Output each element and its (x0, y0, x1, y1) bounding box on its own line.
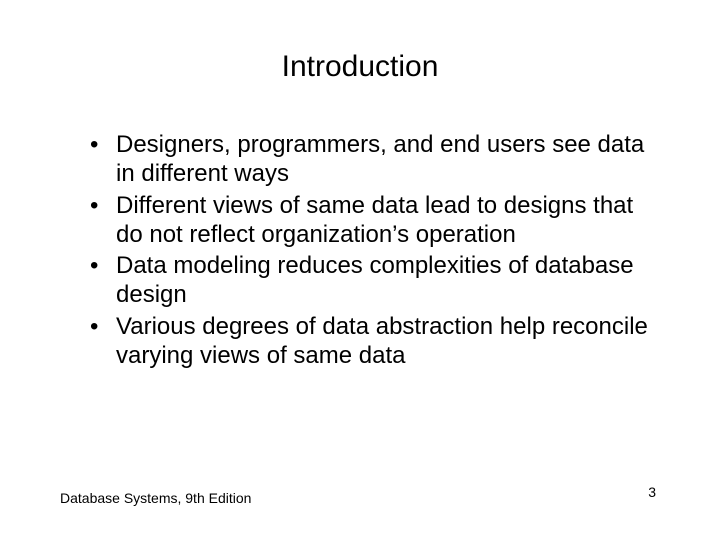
list-item: Designers, programmers, and end users se… (90, 130, 660, 189)
footer-source: Database Systems, 9th Edition (60, 490, 251, 506)
page-number: 3 (648, 484, 656, 500)
slide-title: Introduction (60, 50, 660, 84)
list-item: Different views of same data lead to des… (90, 191, 660, 250)
list-item: Data modeling reduces complexities of da… (90, 251, 660, 310)
slide: Introduction Designers, programmers, and… (0, 0, 720, 540)
bullet-list: Designers, programmers, and end users se… (60, 130, 660, 370)
list-item: Various degrees of data abstraction help… (90, 312, 660, 371)
